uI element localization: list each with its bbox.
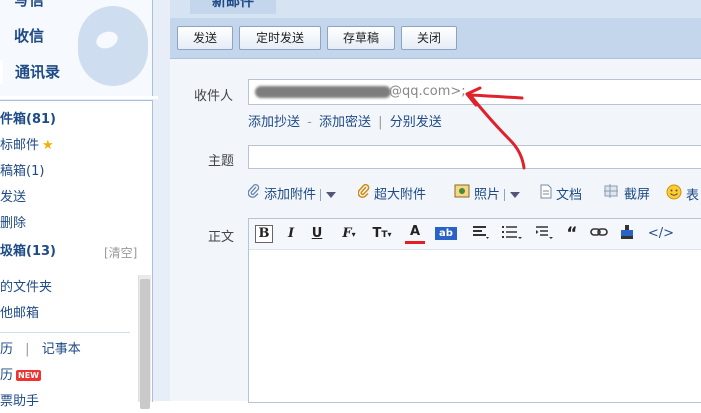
paperclip-icon [247, 184, 260, 206]
separate-send-link[interactable]: 分别发送 [390, 115, 442, 130]
chevron-down-icon: ▾ [351, 229, 356, 239]
add-bcc-link[interactable]: 添加密送 [319, 115, 371, 130]
quote-button[interactable]: “ [565, 225, 579, 243]
body-editor[interactable]: B I U F▾ TT▾ A ab “ </> [248, 218, 701, 403]
to-label: 收件人 [194, 89, 234, 104]
tab-new-mail[interactable]: 新邮件 [190, 0, 276, 14]
contacts-button[interactable]: 通讯录 [0, 60, 115, 84]
font-size-button[interactable]: TT▾ [371, 225, 393, 243]
large-attachment-label: 超大附件 [374, 187, 427, 203]
folder-deleted[interactable]: 删除 [0, 213, 26, 235]
indent-button[interactable] [535, 225, 555, 243]
screenshot-label: 截屏 [624, 187, 651, 203]
clear-spam-link[interactable]: [清空] [104, 244, 137, 261]
sidebar: 写信 收信 通讯录 件箱(81) 标邮件 ★ 稿箱(1) 发送 删除 圾箱(13)… [0, 0, 158, 409]
photo-icon [454, 184, 470, 206]
app-links-row: 历 | 记事本 [0, 339, 81, 361]
scissors-icon [604, 184, 620, 206]
sidebar-top-block: 写信 收信 通讯录 [0, 0, 153, 96]
emoji-button[interactable]: 表 [666, 184, 699, 206]
app-separator: | [25, 342, 30, 357]
scrollbar-thumb[interactable] [140, 279, 150, 409]
screenshot-button[interactable]: 截屏 [604, 184, 650, 206]
app-link-new-label: 历 [0, 368, 14, 383]
folder-starred-label: 标邮件 [0, 138, 40, 153]
paint-bucket-icon [621, 225, 633, 239]
background-color-button[interactable]: ab [435, 227, 457, 240]
recipient-address: @qq.com>; [389, 84, 466, 99]
folder-my-folders[interactable]: 的文件夹 [0, 277, 52, 299]
photo-button[interactable]: 照片 [454, 184, 521, 206]
bullet-list-icon [502, 226, 522, 239]
new-badge: NEW [16, 370, 41, 381]
source-code-button[interactable]: </> [647, 225, 675, 243]
indent-icon [536, 226, 553, 239]
compose-toolbar: 发送 定时发送 存草稿 关闭 [170, 18, 701, 59]
recipient-options: 添加抄送 - 添加密送 | 分别发送 [248, 111, 442, 130]
document-button[interactable]: 文档 [540, 184, 582, 206]
large-attachment-button[interactable]: 超大附件 [357, 183, 427, 206]
folder-divider [0, 332, 130, 333]
folder-inbox[interactable]: 件箱(81) [0, 109, 56, 131]
list-button[interactable] [501, 225, 523, 243]
chevron-down-icon[interactable] [510, 192, 521, 198]
folder-scrollbar[interactable] [138, 275, 151, 409]
bold-button[interactable]: B [255, 225, 273, 243]
link-button[interactable] [589, 225, 609, 243]
sidebar-divider [0, 96, 158, 99]
font-family-button[interactable]: F▾ [339, 225, 359, 243]
folder-panel: 件箱(81) 标邮件 ★ 稿箱(1) 发送 删除 圾箱(13) [清空] 的文件夹… [0, 100, 153, 409]
scheduled-send-button[interactable]: 定时发送 [239, 26, 321, 50]
align-left-icon [473, 226, 489, 239]
font-color-button[interactable]: A [405, 225, 425, 244]
to-field[interactable]: @qq.com>; [248, 79, 701, 105]
font-family-glyph: F [342, 226, 352, 241]
folder-drafts[interactable]: 稿箱(1) [0, 161, 44, 183]
link-pipe: | [378, 115, 383, 130]
app-link-new[interactable]: 历 NEW [0, 365, 41, 387]
italic-button[interactable]: I [283, 225, 299, 243]
emoji-label: 表 [686, 188, 700, 204]
link-icon [590, 228, 608, 236]
send-button[interactable]: 发送 [177, 26, 233, 50]
photo-label: 照片 [474, 187, 501, 203]
link-dash: - [307, 115, 312, 130]
chevron-down-icon: ▾ [387, 230, 392, 239]
compose-form: 收件人 @qq.com>; 添加抄送 - 添加密送 | 分别发送 主题 添加附件… [170, 59, 701, 403]
format-painter-button[interactable] [619, 225, 635, 243]
smiley-icon [666, 184, 682, 208]
inbox-button[interactable]: 收信 [14, 24, 44, 48]
tab-strip: 新邮件 [170, 0, 701, 18]
main-area: 新邮件 发送 定时发送 存草稿 关闭 收件人 @qq.com>; 添加抄送 - … [158, 0, 701, 403]
star-icon: ★ [42, 138, 54, 153]
redacted-recipient [255, 86, 391, 98]
add-attachment-label: 添加附件 [264, 187, 317, 203]
ticket-helper-link[interactable]: 票助手 [0, 391, 39, 413]
folder-spam[interactable]: 圾箱(13) [0, 241, 56, 263]
folder-other-mailbox[interactable]: 他邮箱 [0, 303, 39, 325]
subject-field[interactable] [248, 145, 701, 169]
align-button[interactable] [471, 225, 491, 243]
add-cc-link[interactable]: 添加抄送 [248, 115, 300, 130]
body-label: 正文 [208, 230, 235, 245]
folder-starred[interactable]: 标邮件 ★ [0, 135, 54, 157]
divider [320, 189, 322, 201]
editor-toolbar: B I U F▾ TT▾ A ab “ </> [249, 219, 701, 250]
paperclip-gold-icon [357, 183, 370, 206]
document-label: 文档 [556, 188, 583, 203]
write-mail-button[interactable]: 写信 [14, 0, 44, 12]
divider [504, 189, 506, 201]
calendar-link[interactable]: 历 [0, 342, 13, 357]
chevron-down-icon[interactable] [326, 192, 337, 198]
underline-button[interactable]: U [309, 225, 325, 243]
notepad-link[interactable]: 记事本 [42, 342, 81, 357]
add-attachment-button[interactable]: 添加附件 [247, 184, 337, 206]
folder-sent[interactable]: 发送 [0, 187, 26, 209]
close-button[interactable]: 关闭 [401, 26, 457, 50]
document-icon [540, 184, 552, 207]
subject-label: 主题 [208, 154, 235, 169]
save-draft-button[interactable]: 存草稿 [327, 26, 395, 50]
